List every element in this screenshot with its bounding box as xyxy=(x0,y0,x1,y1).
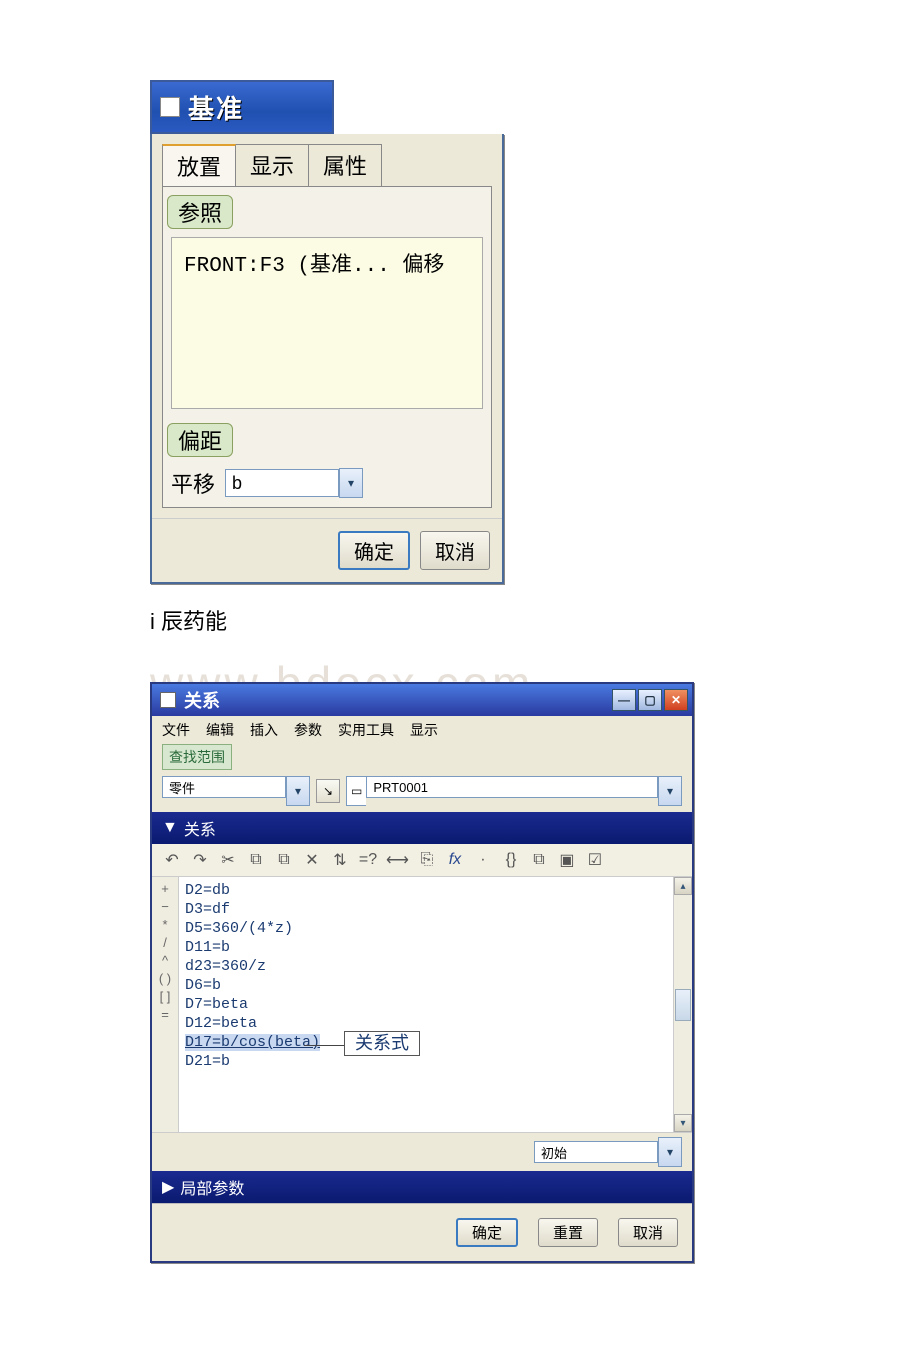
app-icon xyxy=(160,692,176,708)
dot-icon[interactable]: · xyxy=(473,851,493,869)
redo-icon[interactable]: ↷ xyxy=(190,850,210,870)
code-editor: + − * / ^ ( ) [ ] = D2=db D3=df D5=360/(… xyxy=(152,877,692,1132)
menu-insert[interactable]: 插入 xyxy=(250,720,278,740)
ok-button[interactable]: 确定 xyxy=(456,1218,518,1247)
menu-show[interactable]: 显示 xyxy=(410,720,438,740)
placement-panel: 参照 FRONT:F3 (基准... 偏移 偏距 平移 ▾ xyxy=(162,186,492,508)
evaluate-icon[interactable]: =? xyxy=(358,851,378,869)
triangle-right-icon: ▶ xyxy=(162,1177,174,1197)
scroll-thumb[interactable] xyxy=(675,989,691,1021)
menu-tools[interactable]: 实用工具 xyxy=(338,720,394,740)
paste-icon[interactable]: ⧉ xyxy=(274,851,294,869)
tab-properties[interactable]: 属性 xyxy=(308,144,382,186)
references-list[interactable]: FRONT:F3 (基准... 偏移 xyxy=(171,237,483,409)
op-mult[interactable]: * xyxy=(162,917,167,932)
op-equals[interactable]: = xyxy=(161,1007,169,1022)
callout-leader xyxy=(304,1045,346,1047)
function-icon[interactable]: fx xyxy=(445,851,465,869)
operator-gutter: + − * / ^ ( ) [ ] = xyxy=(152,877,179,1132)
undo-icon[interactable]: ↶ xyxy=(162,850,182,870)
chevron-down-icon[interactable]: ▾ xyxy=(658,776,682,806)
caption-text: i 辰药能 xyxy=(150,604,920,636)
view-icon[interactable]: ▣ xyxy=(557,850,577,870)
relations-toolbar: ↶ ↷ ✂ ⧉ ⧉ ✕ ⇅ =? ⟷ ⎘ fx · {} ⧉ ▣ ☑ xyxy=(152,844,692,877)
triangle-down-icon: ▼ xyxy=(162,819,178,837)
scope-combo[interactable] xyxy=(162,776,286,798)
relations-titlebar[interactable]: 关系 — ▢ ✕ xyxy=(152,684,692,716)
tab-placement[interactable]: 放置 xyxy=(162,144,236,186)
minimize-icon[interactable]: — xyxy=(612,689,636,711)
datum-dialog-titlebar[interactable]: 基准 xyxy=(150,80,334,134)
translate-label: 平移 xyxy=(171,467,215,499)
vertical-scrollbar[interactable]: ▴ ▾ xyxy=(673,877,692,1132)
maximize-icon[interactable]: ▢ xyxy=(638,689,662,711)
initial-combo[interactable] xyxy=(534,1141,658,1163)
select-icon[interactable]: ⎘ xyxy=(417,851,437,869)
dialog-title: 基准 xyxy=(188,89,244,126)
cut-icon[interactable]: ✂ xyxy=(218,850,238,870)
op-plus[interactable]: + xyxy=(161,881,169,896)
delete-icon[interactable]: ✕ xyxy=(302,850,322,870)
app-icon xyxy=(160,97,180,117)
check-icon[interactable]: ☑ xyxy=(585,850,605,870)
dropdown-icon[interactable]: ▾ xyxy=(339,468,363,498)
braces-icon[interactable]: {} xyxy=(501,851,521,869)
sort-icon[interactable]: ⇅ xyxy=(330,850,350,870)
menu-params[interactable]: 参数 xyxy=(294,720,322,740)
op-bracket[interactable]: [ ] xyxy=(160,989,171,1004)
scroll-up-icon[interactable]: ▴ xyxy=(674,877,692,895)
op-paren[interactable]: ( ) xyxy=(159,971,171,986)
copy-icon[interactable]: ⧉ xyxy=(246,851,266,869)
ok-button[interactable]: 确定 xyxy=(338,531,410,570)
relations-section-header[interactable]: ▼ 关系 xyxy=(152,812,692,844)
tab-bar: 放置 显示 属性 xyxy=(152,134,502,186)
menu-edit[interactable]: 编辑 xyxy=(206,720,234,740)
search-scope-label: 查找范围 xyxy=(162,744,232,770)
local-params-section-header[interactable]: ▶ 局部参数 xyxy=(152,1171,692,1203)
dimension-icon[interactable]: ⟷ xyxy=(386,850,409,870)
unit-icon[interactable]: ⧉ xyxy=(529,851,549,869)
menu-file[interactable]: 文件 xyxy=(162,720,190,740)
references-label: 参照 xyxy=(167,195,233,229)
code-text[interactable]: D2=db D3=df D5=360/(4*z) D11=b d23=360/z… xyxy=(179,877,673,1132)
op-div[interactable]: / xyxy=(163,935,167,950)
translate-input[interactable] xyxy=(225,469,339,497)
reset-button[interactable]: 重置 xyxy=(538,1218,598,1247)
scroll-down-icon[interactable]: ▾ xyxy=(674,1114,692,1132)
part-name-field[interactable] xyxy=(366,776,658,798)
cancel-button[interactable]: 取消 xyxy=(420,531,490,570)
op-pow[interactable]: ^ xyxy=(162,953,168,968)
op-minus[interactable]: − xyxy=(161,899,169,914)
cancel-button[interactable]: 取消 xyxy=(618,1218,678,1247)
callout-label: 关系式 xyxy=(344,1031,420,1056)
menu-bar: 文件 编辑 插入 参数 实用工具 显示 xyxy=(152,716,692,744)
tab-display[interactable]: 显示 xyxy=(235,144,309,186)
datum-plane-dialog: 放置 显示 属性 参照 FRONT:F3 (基准... 偏移 偏距 平移 ▾ 确… xyxy=(150,134,504,584)
relations-title: 关系 xyxy=(184,687,220,713)
pick-icon[interactable]: ↘ xyxy=(316,779,340,803)
chevron-down-icon[interactable]: ▾ xyxy=(286,776,310,806)
offset-label: 偏距 xyxy=(167,423,233,457)
chevron-down-icon[interactable]: ▾ xyxy=(658,1137,682,1167)
relations-dialog: 关系 — ▢ ✕ 文件 编辑 插入 参数 实用工具 显示 查找范围 ▾ ↘ xyxy=(150,682,694,1263)
close-icon[interactable]: ✕ xyxy=(664,689,688,711)
reference-entry[interactable]: FRONT:F3 (基准... 偏移 xyxy=(184,255,444,278)
